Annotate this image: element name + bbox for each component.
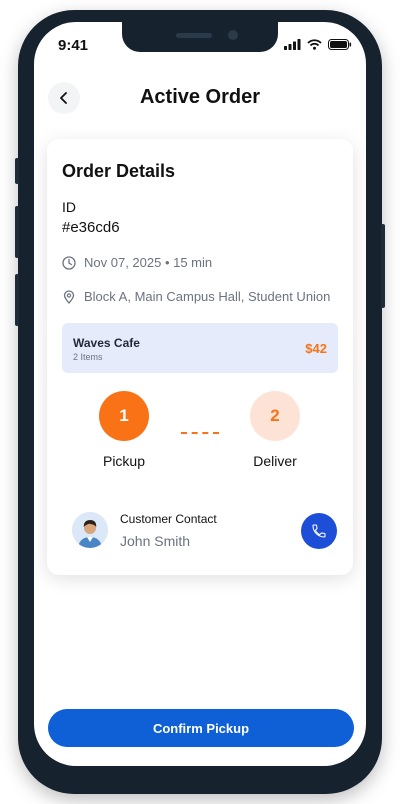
phone-icon bbox=[312, 524, 326, 538]
step-deliver-number: 2 bbox=[270, 406, 280, 425]
status-icons bbox=[284, 39, 352, 50]
notch bbox=[122, 22, 278, 52]
step-deliver-label: Deliver bbox=[253, 453, 297, 469]
signal-icon bbox=[284, 39, 301, 50]
speaker bbox=[176, 33, 212, 38]
customer-avatar-icon bbox=[72, 512, 108, 548]
order-id-value: #e36cd6 bbox=[62, 219, 120, 236]
side-button-left-1 bbox=[15, 158, 19, 184]
order-location: Block A, Main Campus Hall, Student Union bbox=[84, 289, 331, 304]
shop-summary[interactable]: Waves Cafe 2 Items $42 bbox=[62, 323, 338, 373]
shop-name: Waves Cafe bbox=[73, 336, 140, 350]
side-button-left-2 bbox=[15, 206, 19, 258]
status-time: 9:41 bbox=[58, 37, 89, 54]
order-id-label: ID bbox=[62, 199, 76, 215]
shop-item-count: 2 Items bbox=[73, 352, 103, 362]
camera bbox=[228, 30, 238, 40]
call-button[interactable] bbox=[301, 513, 337, 549]
battery-icon bbox=[328, 39, 352, 50]
side-button-left-3 bbox=[15, 274, 19, 326]
contact-name: John Smith bbox=[120, 533, 191, 549]
side-button-right bbox=[381, 224, 385, 308]
datetime-row: Nov 07, 2025 • 15 min bbox=[62, 255, 212, 270]
confirm-pickup-button[interactable]: Confirm Pickup bbox=[48, 709, 354, 747]
location-pin-icon bbox=[63, 289, 75, 304]
page-title: Active Order bbox=[139, 86, 261, 108]
contact-label: Customer Contact bbox=[120, 512, 217, 526]
wifi-icon bbox=[307, 39, 322, 50]
section-title: Order Details bbox=[62, 161, 176, 181]
avatar bbox=[72, 512, 108, 548]
step-connector bbox=[181, 432, 219, 434]
shop-price: $42 bbox=[305, 341, 327, 356]
step-deliver-circle: 2 bbox=[250, 391, 300, 441]
order-details-card: Order Details ID #e36cd6 Nov 07, 2025 • … bbox=[47, 139, 353, 575]
order-datetime: Nov 07, 2025 • 15 min bbox=[84, 255, 213, 270]
step-pickup-number: 1 bbox=[119, 406, 129, 425]
app-screen: 9:41 Active Order Order Details ID #e36c… bbox=[34, 22, 366, 766]
clock-icon bbox=[62, 255, 76, 270]
step-pickup-circle: 1 bbox=[99, 391, 149, 441]
location-row: Block A, Main Campus Hall, Student Union bbox=[62, 289, 330, 304]
step-pickup-label: Pickup bbox=[102, 453, 146, 469]
